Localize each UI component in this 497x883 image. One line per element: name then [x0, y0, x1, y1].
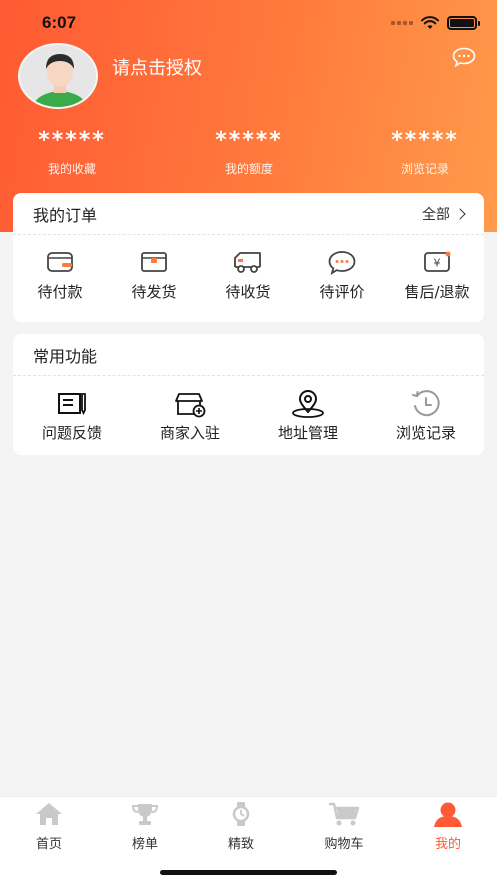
feedback-icon [58, 393, 86, 416]
tab-cart[interactable]: 购物车 [304, 801, 384, 852]
signal-icon [391, 21, 413, 25]
order-item-pending-payment[interactable]: 待付款 [23, 249, 97, 302]
function-item-history[interactable]: 浏览记录 [387, 390, 465, 443]
stat-favorites[interactable]: ***** 我的收藏 [7, 128, 137, 177]
trophy-icon [131, 804, 159, 825]
orders-card: 我的订单 全部 待付款 待发货 待收货 待评价 ¥ 售后/退款 [13, 193, 484, 322]
order-item-pending-shipment[interactable]: 待发货 [117, 249, 191, 302]
store-icon [175, 393, 206, 418]
home-indicator [160, 870, 337, 875]
location-icon [292, 390, 324, 418]
order-item-label: 售后/退款 [404, 283, 470, 301]
tab-label: 首页 [35, 837, 62, 852]
stat-history[interactable]: ***** 浏览记录 [360, 128, 490, 177]
home-icon [36, 803, 62, 825]
tab-refined[interactable]: 精致 [201, 801, 281, 852]
stat-label: 我的收藏 [47, 162, 96, 176]
stat-quota[interactable]: ***** 我的额度 [184, 128, 314, 177]
message-icon[interactable] [452, 47, 476, 67]
status-bar: 6:07 [0, 0, 497, 46]
history-icon [412, 390, 440, 417]
function-item-label: 商家入驻 [159, 424, 220, 442]
tab-label: 我的 [434, 837, 461, 852]
tab-label: 购物车 [324, 837, 364, 852]
chevron-right-icon [454, 207, 466, 220]
function-item-feedback[interactable]: 问题反馈 [33, 390, 111, 443]
refund-icon: ¥ [424, 251, 451, 272]
svg-text:¥: ¥ [434, 257, 441, 270]
tab-home[interactable]: 首页 [9, 801, 89, 852]
stat-label: 我的额度 [224, 162, 273, 176]
functions-title: 常用功能 [33, 346, 98, 366]
tab-ranking[interactable]: 榜单 [105, 801, 185, 852]
status-icons [391, 16, 480, 30]
wifi-icon [421, 16, 439, 29]
stat-value: ***** [38, 128, 106, 153]
order-item-pending-review[interactable]: 待评价 [305, 249, 379, 302]
comment-icon [328, 251, 356, 275]
orders-title: 我的订单 [33, 205, 98, 225]
package-icon [141, 252, 167, 272]
tab-label: 精致 [227, 837, 254, 852]
function-item-address[interactable]: 地址管理 [269, 390, 347, 443]
stat-label: 浏览记录 [400, 162, 449, 176]
wallet-icon [47, 252, 73, 272]
order-item-label: 待评价 [319, 283, 365, 301]
stat-value: ***** [215, 128, 283, 153]
function-item-label: 问题反馈 [41, 424, 102, 442]
order-item-label: 待收货 [225, 283, 271, 301]
function-item-label: 地址管理 [277, 424, 338, 442]
avatar[interactable] [18, 43, 98, 109]
order-item-label: 待发货 [131, 283, 177, 301]
stat-value: ***** [391, 128, 459, 153]
profile-icon [434, 802, 462, 827]
cart-icon [329, 802, 360, 826]
orders-all-label: 全部 [422, 206, 450, 223]
login-prompt[interactable]: 请点击授权 [112, 54, 202, 80]
watch-icon [232, 802, 250, 826]
tab-label: 榜单 [131, 837, 158, 852]
function-item-merchant[interactable]: 商家入驻 [151, 390, 229, 443]
order-item-label: 待付款 [37, 283, 83, 301]
truck-icon [234, 252, 261, 273]
battery-icon [447, 16, 480, 30]
status-time: 6:07 [42, 13, 77, 32]
functions-card-header: 常用功能 [13, 334, 484, 376]
function-item-label: 浏览记录 [395, 424, 456, 442]
tab-mine[interactable]: 我的 [408, 801, 488, 852]
orders-all-link[interactable]: 全部 [422, 204, 466, 224]
order-item-refund[interactable]: ¥ 售后/退款 [397, 249, 477, 302]
functions-card: 常用功能 问题反馈 商家入驻 地址管理 浏览记录 [13, 334, 484, 455]
order-item-pending-receipt[interactable]: 待收货 [211, 249, 285, 302]
orders-card-header: 我的订单 全部 [13, 193, 484, 235]
